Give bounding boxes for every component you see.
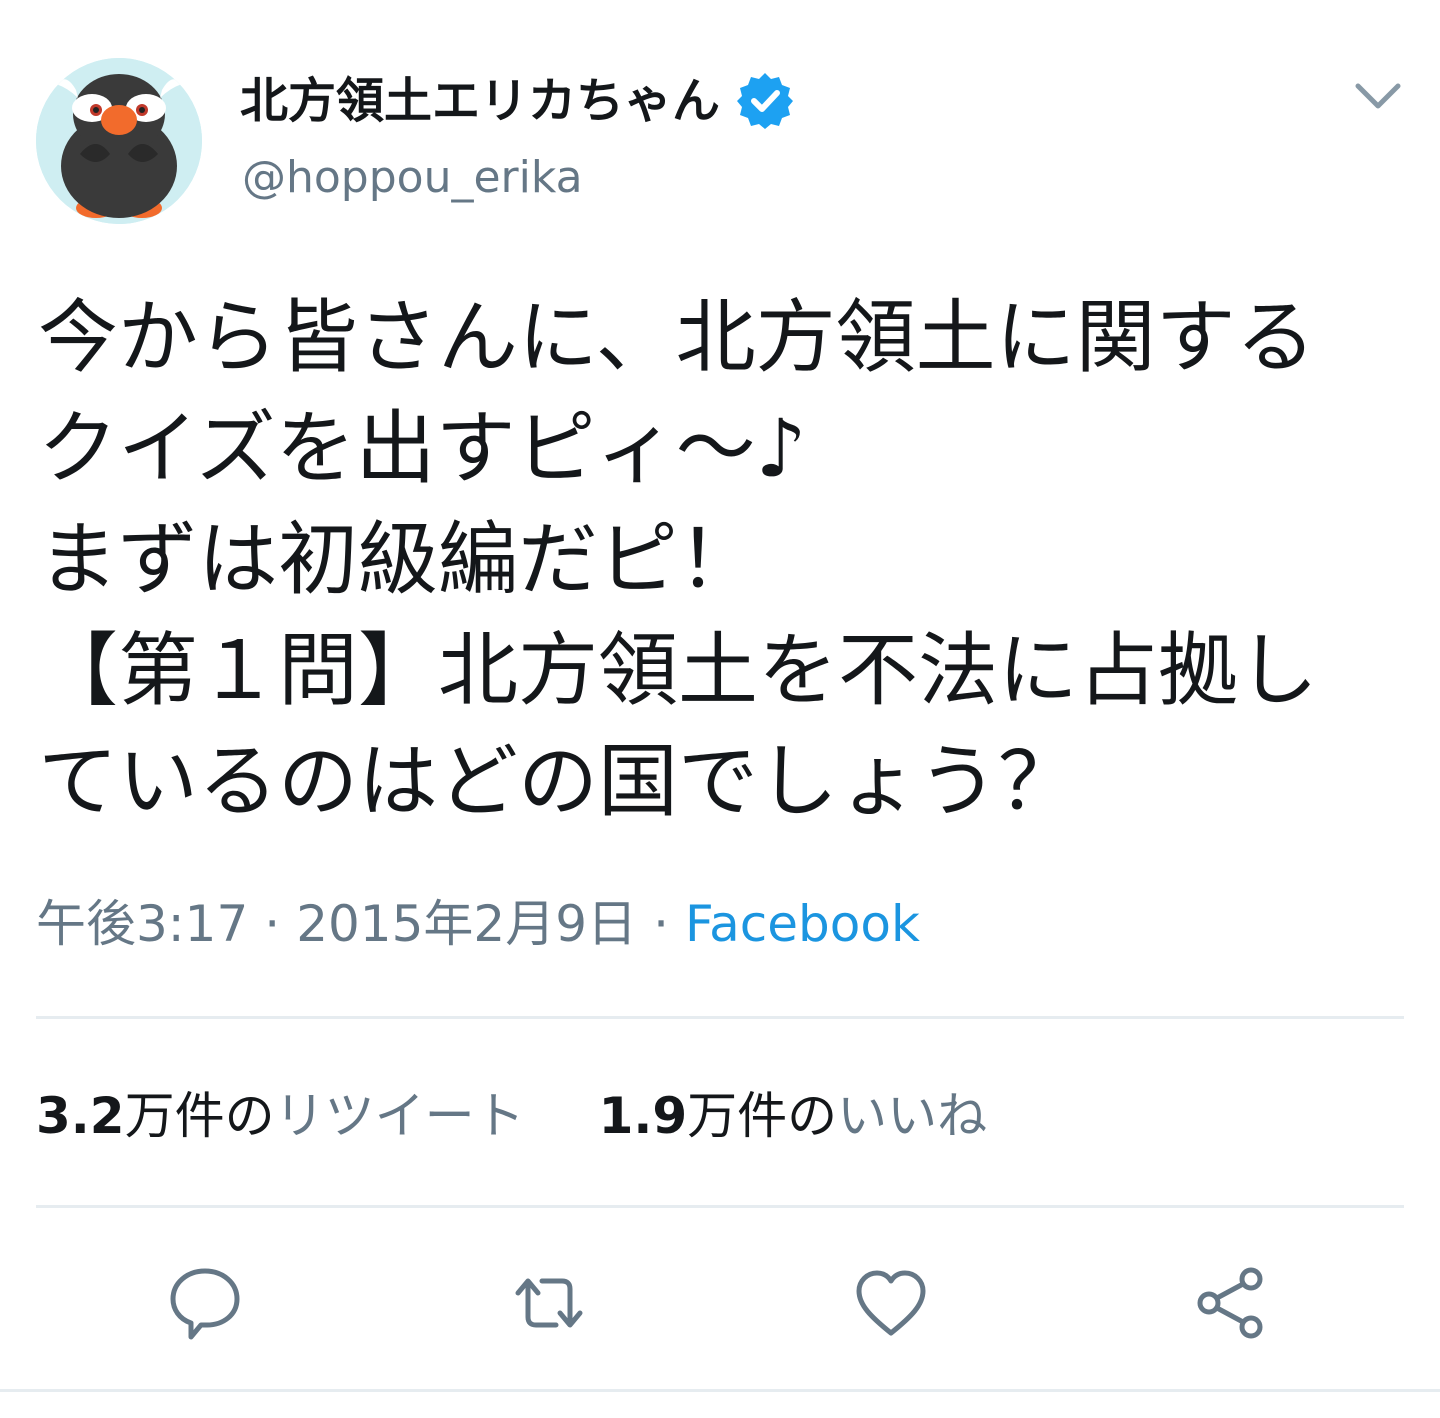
- like-label: いいね: [837, 1087, 988, 1145]
- retweet-icon: [515, 1278, 583, 1328]
- retweet-count: 3.2: [36, 1087, 125, 1145]
- author-name-row[interactable]: 北方領土エリカちゃん: [240, 66, 796, 136]
- tweet-stats: 3.2 万件の リツイート 1.9 万件の いいね: [36, 1076, 987, 1148]
- tweet-text-line: まずは初級編だピ！: [38, 513, 758, 606]
- tweet-text: 今から皆さんに、北方領土に関する クイズを出すピィ～♪ まずは初級編だピ！ 【第…: [38, 282, 1418, 837]
- author-handle[interactable]: @hoppou_erika: [242, 146, 583, 210]
- meta-separator: ·: [264, 895, 281, 953]
- retweet-button[interactable]: [504, 1258, 594, 1348]
- tweet-source-link[interactable]: Facebook: [685, 895, 920, 953]
- tweet-time: 午後3:17: [36, 895, 249, 953]
- like-count: 1.9: [598, 1087, 688, 1145]
- tweet-text-line: 今から皆さんに、北方領土に関する: [38, 291, 1316, 384]
- meta-separator: ·: [653, 895, 669, 953]
- share-icon: [1197, 1267, 1263, 1339]
- heart-icon: [856, 1270, 926, 1336]
- retweet-label: リツイート: [274, 1087, 525, 1145]
- tweet-detail: 北方領土エリカちゃん @hoppou_erika 今から皆さんに、北方領土に関す…: [0, 0, 1440, 1418]
- reply-icon: [170, 1268, 240, 1340]
- like-count-stat[interactable]: 1.9 万件の いいね: [599, 1076, 988, 1148]
- display-name[interactable]: 北方領土エリカちゃん: [240, 66, 720, 136]
- verified-badge-icon: [734, 70, 796, 132]
- like-button[interactable]: [846, 1258, 936, 1348]
- like-count-unit: 万件の: [687, 1087, 838, 1145]
- tweet-meta: 午後3:17 · 2015年2月9日 · Facebook: [36, 888, 920, 960]
- tweet-text-line: クイズを出すピィ～♪: [38, 402, 807, 495]
- penguin-mascot-avatar-icon: [36, 58, 202, 224]
- tweet-date: 2015年2月9日: [296, 895, 638, 953]
- retweet-count-stat[interactable]: 3.2 万件の リツイート: [36, 1076, 525, 1148]
- retweet-count-unit: 万件の: [124, 1087, 275, 1145]
- tweet-text-line: 【第１問】北方領土を不法に占拠し: [38, 624, 1318, 717]
- avatar[interactable]: [36, 58, 202, 224]
- divider: [36, 1205, 1404, 1208]
- chevron-down-icon[interactable]: [1350, 76, 1406, 116]
- divider: [0, 1389, 1440, 1392]
- divider: [36, 1016, 1404, 1019]
- tweet-actions: [0, 1258, 1440, 1348]
- tweet-text-line: ているのはどの国でしょう？: [38, 735, 1078, 828]
- share-button[interactable]: [1188, 1258, 1278, 1348]
- reply-button[interactable]: [160, 1258, 250, 1348]
